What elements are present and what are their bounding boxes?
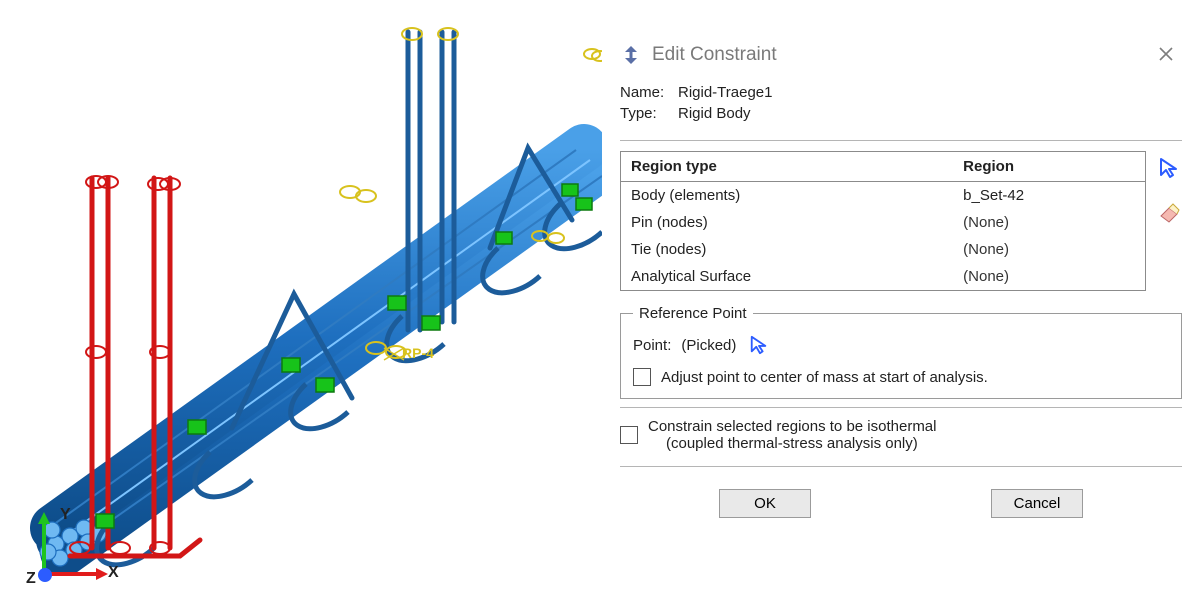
cancel-button[interactable]: Cancel (991, 489, 1083, 518)
model-viewport[interactable]: RP-4 Y X Z (0, 0, 602, 602)
table-row[interactable]: Analytical Surface (None) (621, 263, 1145, 290)
col-region: Region (953, 152, 1145, 182)
dialog-title: Edit Constraint (652, 44, 777, 66)
region-table[interactable]: Region type Region Body (elements) b_Set… (620, 151, 1146, 291)
table-row[interactable]: Body (elements) b_Set-42 (621, 182, 1145, 210)
isothermal-line1: Constrain selected regions to be isother… (648, 418, 937, 435)
isothermal-checkbox-row[interactable]: Constrain selected regions to be isother… (612, 418, 1190, 460)
cursor-icon (1158, 157, 1180, 179)
rp-label: RP-4 (402, 345, 434, 361)
table-row[interactable]: Tie (nodes) (None) (621, 236, 1145, 263)
pick-point-button[interactable] (746, 332, 772, 358)
adjust-checkbox[interactable] (633, 368, 651, 386)
table-row[interactable]: Pin (nodes) (None) (621, 209, 1145, 236)
point-label: Point: (633, 337, 671, 354)
type-label: Type: (620, 105, 666, 122)
adjust-label: Adjust point to center of mass at start … (661, 369, 988, 386)
cursor-icon (749, 335, 769, 355)
ok-button[interactable]: OK (719, 489, 811, 518)
adjust-checkbox-row[interactable]: Adjust point to center of mass at start … (633, 368, 1169, 386)
constraint-icon (620, 44, 642, 66)
axis-y-label: Y (60, 506, 71, 524)
axis-x-label: X (108, 564, 119, 582)
type-value: Rigid Body (678, 105, 751, 122)
close-icon (1158, 46, 1174, 62)
close-button[interactable] (1150, 40, 1182, 70)
axis-z-label: Z (26, 570, 36, 588)
name-value: Rigid-Traege1 (678, 84, 773, 101)
name-label: Name: (620, 84, 666, 101)
reference-point-group: Reference Point Point: (Picked) Adjust p… (620, 305, 1182, 399)
isothermal-line2: (coupled thermal-stress analysis only) (648, 435, 937, 452)
orientation-triad: Y X Z (24, 500, 112, 594)
edit-region-button[interactable] (1156, 155, 1182, 181)
clear-region-button[interactable] (1156, 199, 1182, 225)
dialog-titlebar: Edit Constraint (612, 36, 1190, 80)
eraser-icon (1157, 200, 1181, 224)
edit-constraint-dialog: Edit Constraint Name: Rigid-Traege1 Type… (612, 36, 1190, 518)
isothermal-checkbox[interactable] (620, 426, 638, 444)
point-value: (Picked) (681, 337, 736, 354)
col-region-type: Region type (621, 152, 953, 182)
refpoint-legend: Reference Point (633, 305, 753, 322)
